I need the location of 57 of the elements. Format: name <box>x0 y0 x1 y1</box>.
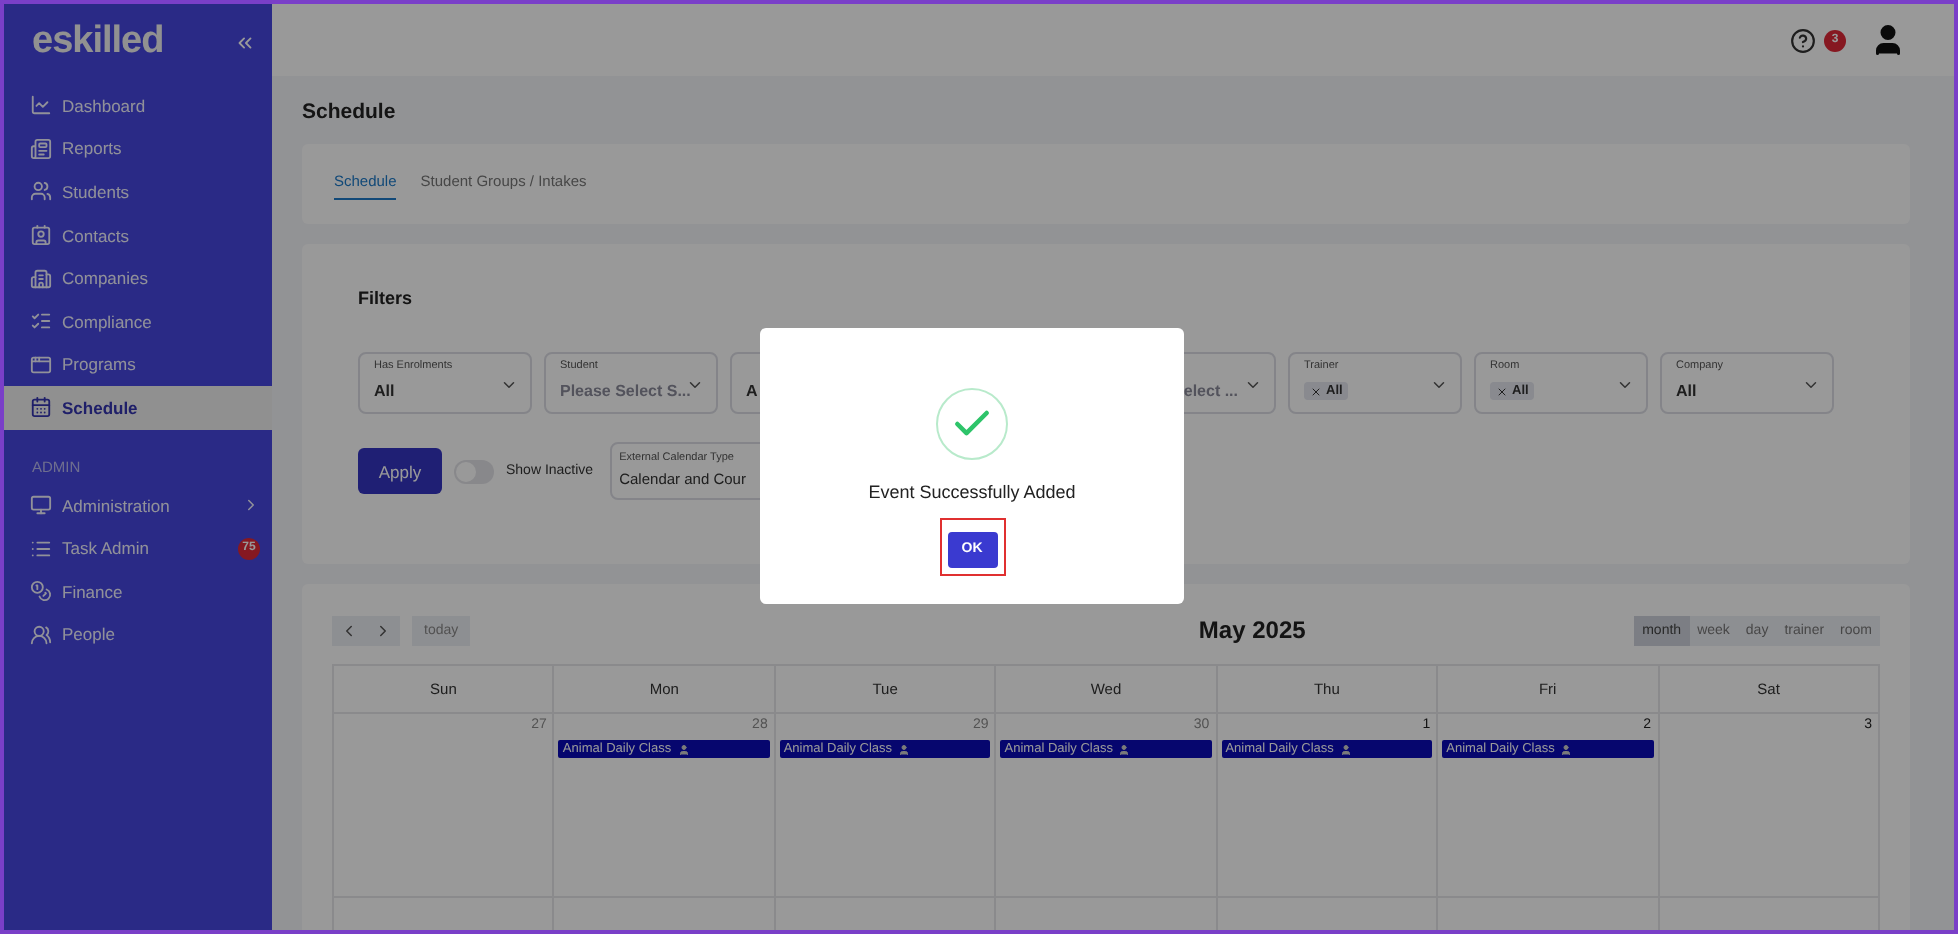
remove-icon[interactable] <box>1310 385 1322 397</box>
field-placeholder: Please Select S... <box>560 382 691 400</box>
dialog-message: Event Successfully Added <box>868 482 1076 502</box>
sidebar-item[interactable]: Finance <box>4 569 272 614</box>
nav-label: Finance <box>62 581 125 602</box>
chevron-right-icon <box>374 621 392 639</box>
nav-label: People <box>62 624 117 645</box>
nav-icon <box>30 94 52 117</box>
sidebar-item[interactable]: Dashboard <box>4 84 272 128</box>
field-value: All <box>1676 382 1697 400</box>
page-title: Schedule <box>302 98 398 124</box>
chevron-left-icon <box>340 621 358 639</box>
filters-title: Filters <box>358 288 415 308</box>
logo: eskilled <box>32 20 164 64</box>
nav-label: Administration <box>62 495 172 516</box>
person-icon <box>898 743 911 755</box>
nav-icon <box>30 137 52 160</box>
month-title: May 2025 <box>1198 616 1306 644</box>
sidebar-item[interactable]: Reports <box>4 127 272 171</box>
field-placeholder: elect ... <box>1183 382 1238 400</box>
success-icon <box>936 388 1008 460</box>
sidebar-item[interactable]: People <box>4 613 272 657</box>
nav-icon <box>30 267 52 290</box>
chevron-icon <box>1616 376 1634 394</box>
sidebar-item[interactable]: Administration <box>4 483 272 527</box>
nav-icon <box>30 310 52 333</box>
sidebar-item[interactable]: Contacts <box>4 213 272 257</box>
sidebar-item[interactable]: Compliance <box>4 299 272 344</box>
person-icon <box>1118 743 1131 755</box>
chevron-icon <box>1244 376 1262 394</box>
chevron-icon <box>686 376 704 394</box>
field-value: A <box>746 382 758 400</box>
sidebar-item[interactable]: Students <box>4 170 272 214</box>
nav-icon <box>30 623 52 646</box>
help-icon[interactable] <box>1790 27 1816 53</box>
person-icon <box>677 743 690 755</box>
apply-button[interactable]: Apply <box>358 448 442 494</box>
nav-icon <box>30 494 52 517</box>
chevron-icon <box>500 376 518 394</box>
nav-icon <box>30 353 52 376</box>
nav-icon <box>30 537 52 560</box>
collapse-icon[interactable] <box>234 31 256 53</box>
person-icon <box>1339 743 1352 755</box>
chevron-icon <box>1802 376 1820 394</box>
user-icon[interactable] <box>1870 22 1906 58</box>
remove-icon[interactable] <box>1496 385 1508 397</box>
field-value: All <box>374 382 395 400</box>
nav-label: Task Admin <box>62 538 151 559</box>
nav-icon <box>30 180 52 203</box>
sidebar-item[interactable]: Schedule <box>4 386 272 430</box>
chevron-icon <box>1430 376 1448 394</box>
nav-icon <box>30 396 52 419</box>
sidebar-item[interactable]: Companies <box>4 256 272 300</box>
nav-icon <box>30 224 52 247</box>
nav-icon <box>30 580 52 603</box>
sidebar-item[interactable]: Programs <box>4 343 272 387</box>
person-icon <box>1560 743 1573 755</box>
